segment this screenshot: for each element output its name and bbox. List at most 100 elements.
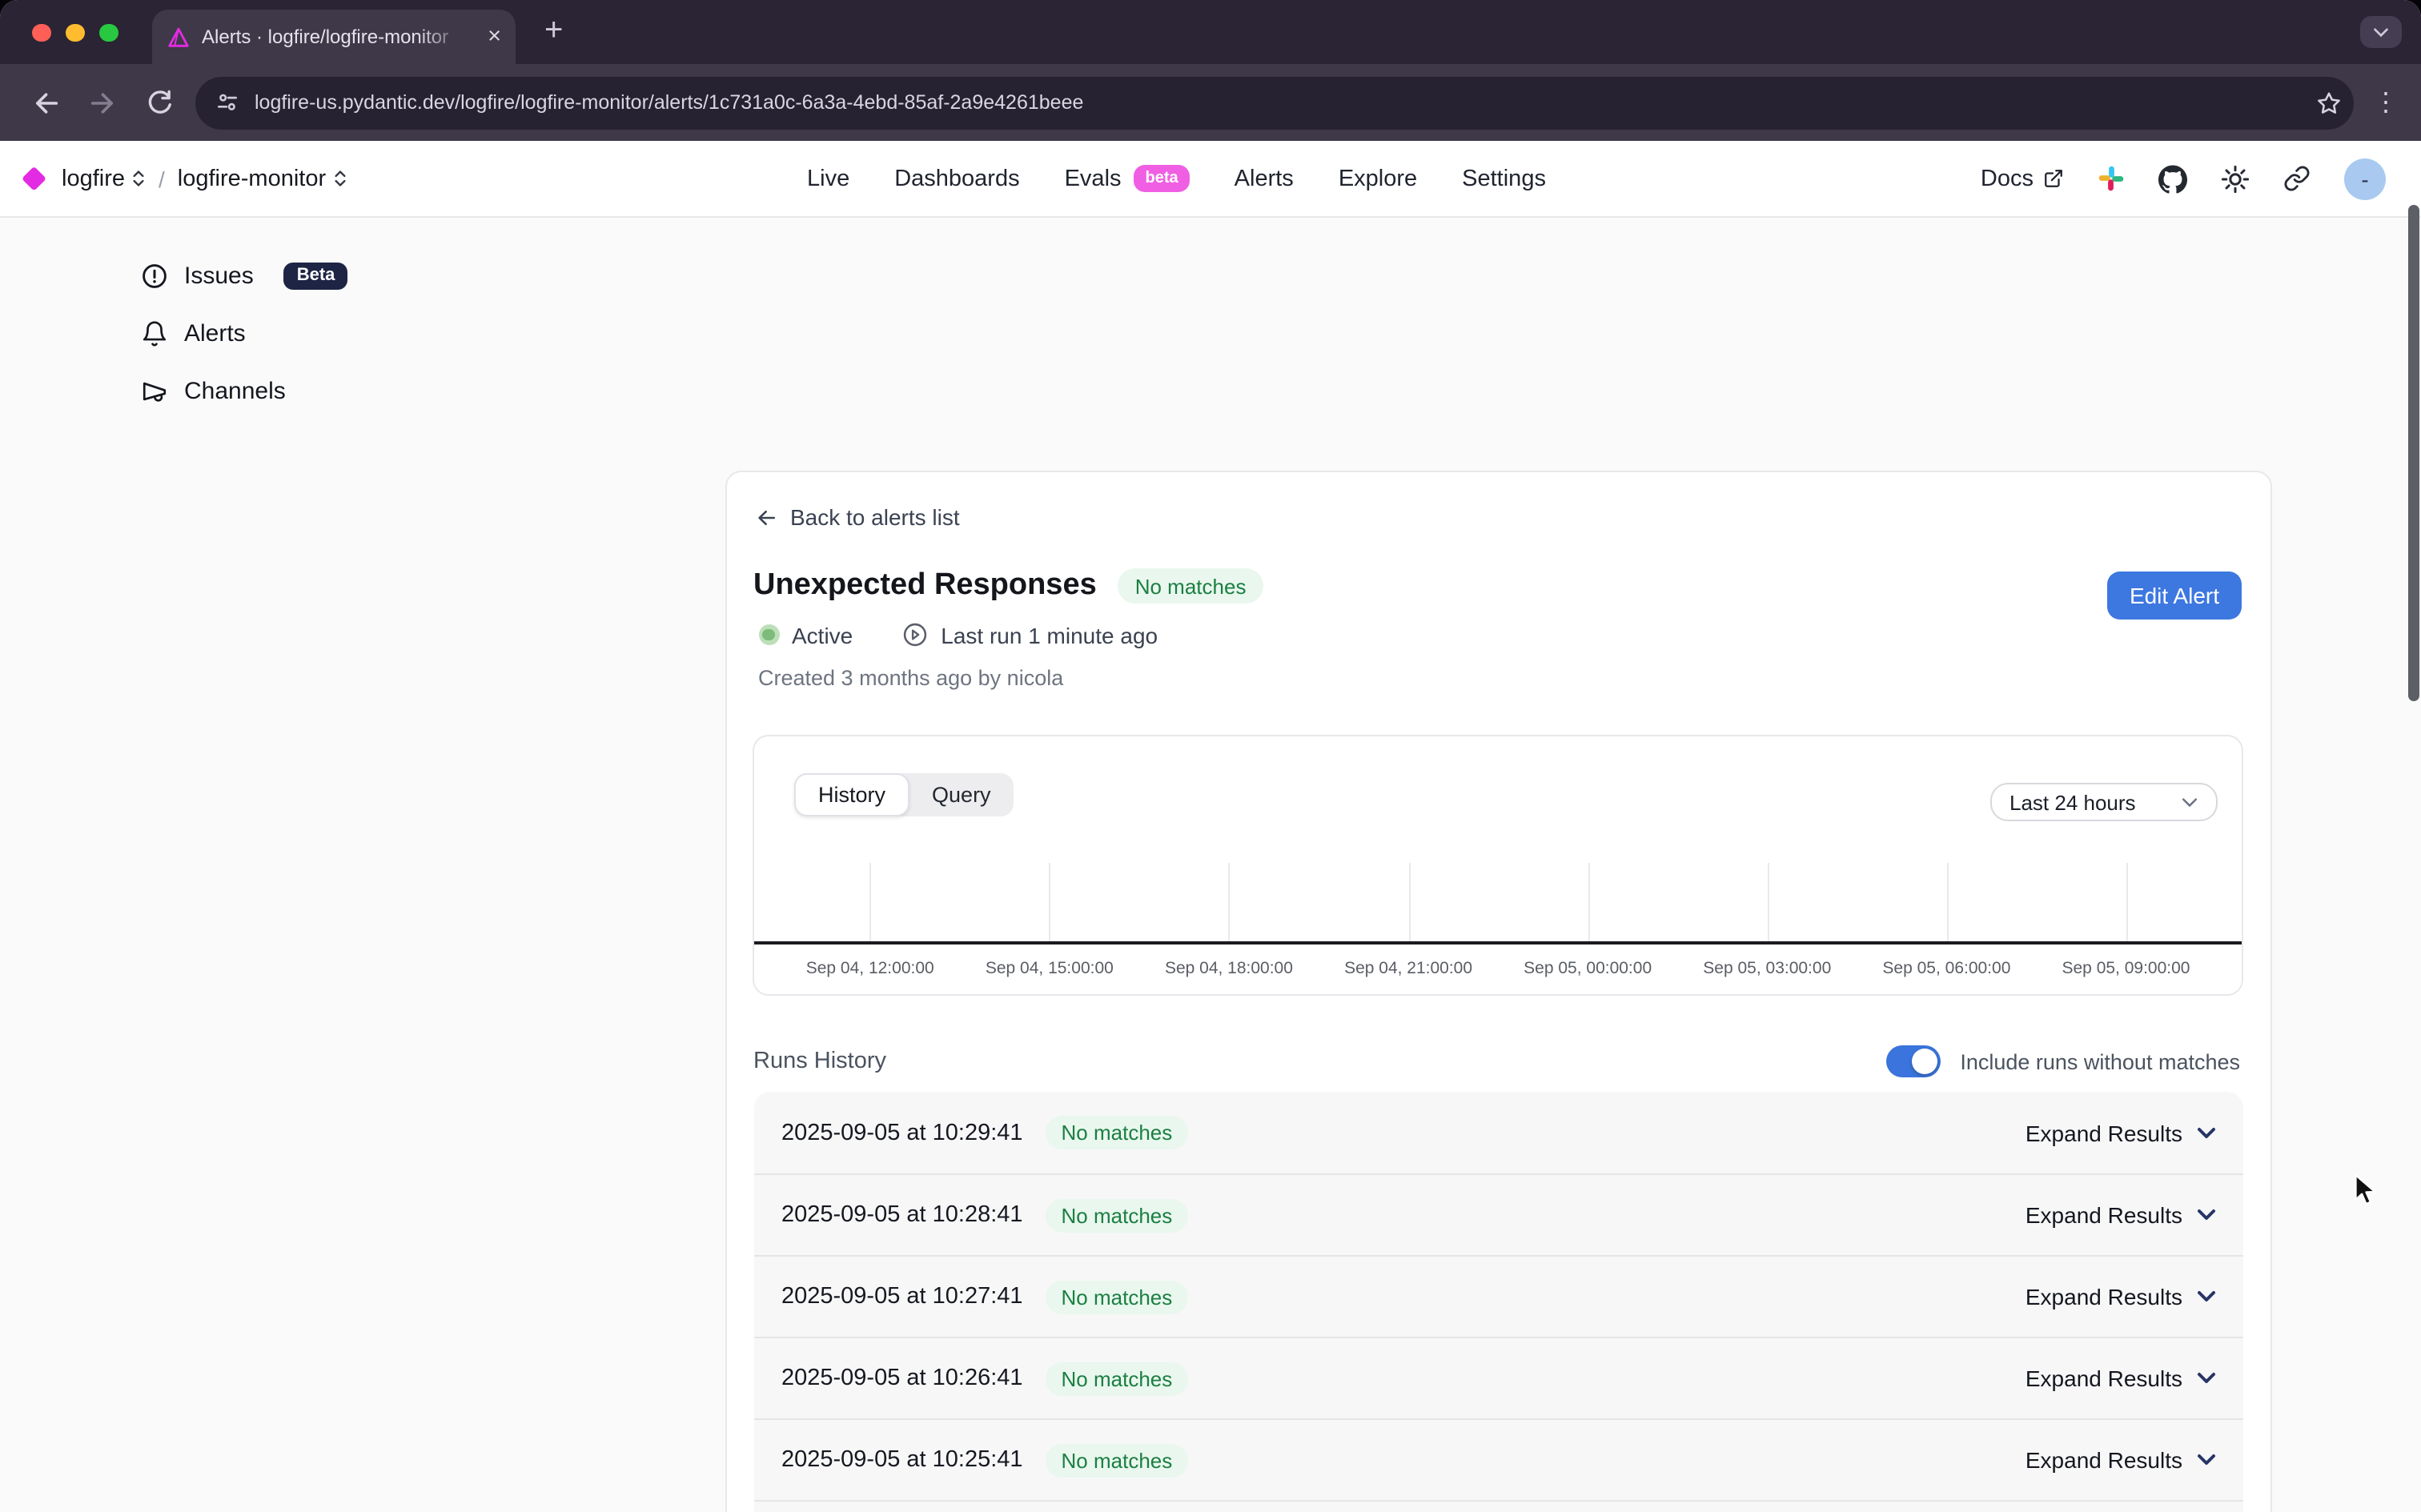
active-status-label: Active bbox=[792, 622, 853, 648]
project-name: logfire-monitor bbox=[178, 166, 326, 191]
chevrons-up-down-icon bbox=[332, 168, 347, 189]
alert-title-row: Unexpected Responses No matches bbox=[753, 568, 1263, 604]
theme-sun-icon[interactable] bbox=[2221, 164, 2250, 193]
run-row[interactable]: 2025-09-05 at 10:27:41 No matches Expand… bbox=[754, 1255, 2243, 1337]
chart-axis-tick-label: Sep 05, 09:00:00 bbox=[2062, 959, 2190, 978]
minimize-window-button[interactable] bbox=[66, 23, 84, 42]
nav-label: Explore bbox=[1339, 166, 1417, 191]
nav-item-explore[interactable]: Explore bbox=[1339, 166, 1417, 191]
run-match-badge: No matches bbox=[1046, 1198, 1189, 1232]
run-match-badge: No matches bbox=[1046, 1443, 1189, 1477]
history-card: History Query Last 24 hours Sep 04, 12:0… bbox=[753, 735, 2243, 996]
chevrons-up-down-icon bbox=[131, 168, 146, 189]
nav-label: Dashboards bbox=[894, 166, 1019, 191]
expand-results-button[interactable]: Expand Results bbox=[2026, 1366, 2216, 1391]
expand-results-button[interactable]: Expand Results bbox=[2026, 1447, 2216, 1473]
nav-item-dashboards[interactable]: Dashboards bbox=[894, 166, 1019, 191]
user-avatar[interactable]: - bbox=[2344, 158, 2386, 199]
breadcrumb: logfire / logfire-monitor bbox=[26, 141, 347, 216]
sidebar-item-alerts[interactable]: Alerts bbox=[141, 311, 493, 355]
sidebar-item-channels[interactable]: Channels bbox=[141, 368, 493, 413]
back-arrow-icon bbox=[30, 87, 60, 118]
tab-history[interactable]: History bbox=[794, 773, 909, 816]
browser-menu-button[interactable]: ⋮ bbox=[2367, 86, 2405, 118]
alert-title: Unexpected Responses bbox=[753, 568, 1097, 604]
back-link-label: Back to alerts list bbox=[790, 504, 960, 530]
scrollbar-thumb[interactable] bbox=[2408, 205, 2419, 701]
nav-label: Evals bbox=[1065, 166, 1122, 191]
issues-alert-circle-icon bbox=[141, 262, 168, 289]
github-icon[interactable] bbox=[2158, 164, 2187, 193]
slack-icon[interactable] bbox=[2098, 165, 2125, 192]
expand-results-button[interactable]: Expand Results bbox=[2026, 1284, 2216, 1309]
browser-tab[interactable]: Alerts · logfire/logfire-monitor × bbox=[152, 10, 516, 64]
chart-gridline bbox=[1229, 863, 1231, 941]
run-row[interactable]: 2025-09-05 at 10:28:41 No matches Expand… bbox=[754, 1173, 2243, 1255]
sidebar-item-issues[interactable]: Issues Beta bbox=[141, 253, 493, 298]
time-range-select[interactable]: Last 24 hours bbox=[1990, 783, 2218, 821]
docs-link[interactable]: Docs bbox=[1981, 166, 2064, 191]
project-selector[interactable]: logfire-monitor bbox=[178, 166, 347, 191]
expand-results-label: Expand Results bbox=[2026, 1366, 2182, 1391]
back-button[interactable] bbox=[16, 75, 74, 130]
run-row[interactable]: 2025-09-05 at 10:24:41 No matches Expand… bbox=[754, 1500, 2243, 1512]
browser-toolbar: logfire-us.pydantic.dev/logfire/logfire-… bbox=[0, 64, 2421, 141]
chart-axis-tick-label: Sep 04, 15:00:00 bbox=[986, 959, 1114, 978]
reload-icon bbox=[146, 88, 175, 117]
nav-label: Alerts bbox=[1235, 166, 1294, 191]
app-header: logfire / logfire-monitor Live Dashboard… bbox=[0, 141, 2421, 218]
run-row[interactable]: 2025-09-05 at 10:25:41 No matches Expand… bbox=[754, 1418, 2243, 1500]
issues-beta-badge: Beta bbox=[284, 262, 348, 289]
chart-gridline bbox=[1946, 863, 1948, 941]
expand-results-label: Expand Results bbox=[2026, 1447, 2182, 1473]
run-timestamp: 2025-09-05 at 10:29:41 bbox=[781, 1120, 1023, 1145]
include-runs-toggle[interactable] bbox=[1886, 1045, 1941, 1077]
chart-gridline bbox=[1408, 863, 1410, 941]
forward-button[interactable] bbox=[74, 75, 131, 130]
forward-arrow-icon bbox=[87, 87, 118, 118]
chart-axis-tick-label: Sep 05, 03:00:00 bbox=[1703, 959, 1831, 978]
include-runs-toggle-group: Include runs without matches bbox=[1886, 1045, 2240, 1077]
nav-item-live[interactable]: Live bbox=[807, 166, 849, 191]
reload-button[interactable] bbox=[131, 75, 189, 130]
back-to-alerts-link[interactable]: Back to alerts list bbox=[753, 504, 960, 530]
edit-alert-button[interactable]: Edit Alert bbox=[2107, 572, 2242, 620]
chevron-down-icon bbox=[2181, 796, 2198, 808]
address-bar[interactable]: logfire-us.pydantic.dev/logfire/logfire-… bbox=[195, 76, 2354, 129]
site-settings-icon bbox=[215, 90, 240, 115]
run-match-badge: No matches bbox=[1046, 1116, 1189, 1149]
chart-gridline bbox=[1767, 863, 1769, 941]
expand-results-button[interactable]: Expand Results bbox=[2026, 1120, 2216, 1145]
expand-results-button[interactable]: Expand Results bbox=[2026, 1202, 2216, 1228]
run-row[interactable]: 2025-09-05 at 10:29:41 No matches Expand… bbox=[754, 1092, 2243, 1173]
play-circle-icon bbox=[901, 621, 928, 648]
header-actions: Docs bbox=[1981, 141, 2386, 216]
run-timestamp: 2025-09-05 at 10:27:41 bbox=[781, 1284, 1023, 1309]
nav-item-settings[interactable]: Settings bbox=[1462, 166, 1546, 191]
breadcrumb-separator: / bbox=[159, 166, 165, 191]
bookmark-star-icon[interactable] bbox=[2315, 89, 2343, 116]
sidebar: Issues Beta Alerts bbox=[141, 253, 493, 426]
tab-query[interactable]: Query bbox=[909, 773, 1014, 816]
tab-title: Alerts · logfire/logfire-monitor bbox=[202, 26, 476, 48]
copy-link-icon[interactable] bbox=[2283, 165, 2311, 192]
new-tab-button[interactable]: + bbox=[544, 14, 563, 46]
alert-match-badge: No matches bbox=[1118, 568, 1264, 604]
chevron-down-icon bbox=[2197, 1209, 2216, 1221]
alert-detail-panel: Back to alerts list Unexpected Responses… bbox=[725, 471, 2272, 1512]
created-by-label: Created 3 months ago by nicola bbox=[758, 666, 1063, 690]
url-text: logfire-us.pydantic.dev/logfire/logfire-… bbox=[255, 91, 2301, 114]
history-plot bbox=[754, 863, 2242, 944]
tab-search-button[interactable] bbox=[2360, 16, 2402, 48]
runs-history-heading: Runs History bbox=[753, 1049, 886, 1074]
external-link-icon bbox=[2043, 168, 2064, 189]
last-run-label: Last run 1 minute ago bbox=[941, 622, 1158, 648]
nav-item-evals[interactable]: Evals beta bbox=[1065, 165, 1190, 192]
close-tab-icon[interactable]: × bbox=[488, 26, 501, 49]
nav-item-alerts[interactable]: Alerts bbox=[1235, 166, 1294, 191]
expand-results-label: Expand Results bbox=[2026, 1202, 2182, 1228]
run-row[interactable]: 2025-09-05 at 10:26:41 No matches Expand… bbox=[754, 1337, 2243, 1418]
close-window-button[interactable] bbox=[32, 23, 50, 42]
org-selector[interactable]: logfire bbox=[62, 166, 146, 191]
zoom-window-button[interactable] bbox=[99, 23, 118, 42]
